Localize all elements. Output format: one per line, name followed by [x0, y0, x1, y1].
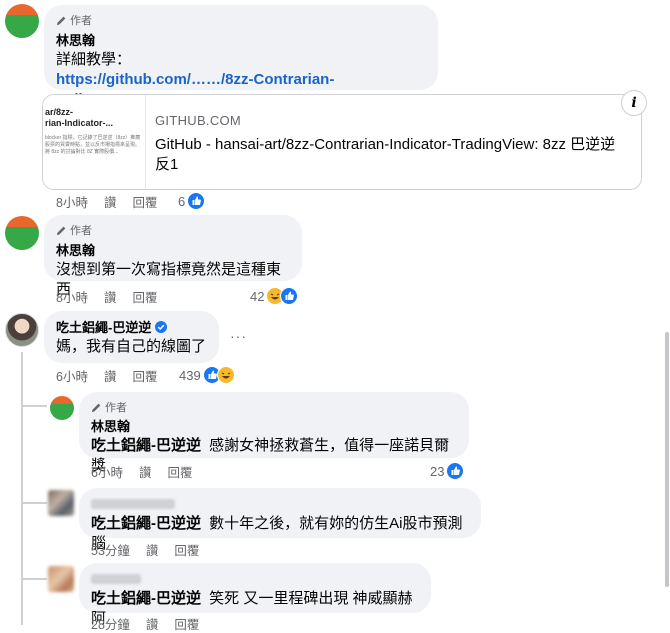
- avatar[interactable]: [5, 4, 39, 38]
- reaction-count: 6: [178, 193, 186, 209]
- author-badge: 作者: [91, 400, 457, 414]
- more-options-icon[interactable]: ···: [230, 328, 247, 344]
- reply-button[interactable]: 回覆: [132, 192, 157, 211]
- commenter-name[interactable]: [91, 571, 419, 589]
- like-button[interactable]: 讚: [146, 540, 159, 559]
- commenter-name[interactable]: 林思翰: [56, 242, 290, 260]
- scrollbar[interactable]: [665, 332, 669, 587]
- commenter-name[interactable]: 林思翰: [56, 32, 426, 50]
- author-badge-label: 作者: [70, 225, 92, 237]
- redacted-name: [91, 574, 141, 584]
- like-reaction-icon: [446, 462, 465, 480]
- comment-time[interactable]: 8小時: [56, 192, 88, 211]
- thread-connector: [21, 405, 47, 407]
- comment-time[interactable]: 6小時: [56, 366, 88, 385]
- comment-bubble: 作者 林思翰 詳細教學： https://github.com/……/8zz-C…: [44, 5, 438, 108]
- link-title[interactable]: GitHub - hansai-art/8zz-Contrarian-Indic…: [155, 135, 625, 175]
- reply-actions: 6小時 讚 回覆: [91, 462, 208, 481]
- comment-text: 詳細教學：: [56, 51, 132, 68]
- reply-button[interactable]: 回覆: [132, 287, 157, 306]
- verified-badge-icon: [155, 321, 168, 333]
- like-reaction-icon: [187, 192, 206, 210]
- author-badge: 作者: [56, 223, 290, 237]
- comment-actions: 8小時 讚 回覆: [56, 192, 173, 211]
- reaction-count: 42: [250, 288, 265, 304]
- pencil-icon: [56, 16, 66, 25]
- comment-time[interactable]: 8小時: [56, 287, 88, 306]
- like-button[interactable]: 讚: [104, 366, 117, 385]
- comment-text: 媽，我有自己的線圖了: [56, 338, 207, 355]
- mention-link[interactable]: 吃土鋁繩-巴逆逆: [91, 437, 201, 454]
- reply-time[interactable]: 28分鐘: [91, 614, 130, 633]
- reply-time[interactable]: 53分鐘: [91, 540, 130, 559]
- pencil-icon: [91, 403, 101, 412]
- reply-bubble: 吃土鋁繩-巴逆逆 笑死 又一里程碑出現 神威顯赫阿: [79, 563, 431, 627]
- reply-bubble: 吃土鋁繩-巴逆逆 數十年之後，就有妳的仿生Ai股市預測腦: [79, 488, 481, 552]
- reply-button[interactable]: 回覆: [174, 614, 199, 633]
- comment-bubble: 作者 林思翰 沒想到第一次寫指標竟然是這種東西: [44, 215, 302, 298]
- author-badge-label: 作者: [70, 15, 92, 27]
- reaction-summary[interactable]: 439: [179, 366, 235, 384]
- reaction-summary[interactable]: 23: [430, 462, 465, 480]
- avatar[interactable]: [48, 490, 74, 516]
- reply-button[interactable]: 回覆: [174, 540, 199, 559]
- link-preview-card[interactable]: ar/8zz- rian-Indicator-... blocker 指標，它記…: [42, 94, 642, 190]
- comment-bubble: 吃土鋁繩-巴逆逆 媽，我有自己的線圖了: [44, 311, 219, 363]
- reply-button[interactable]: 回覆: [167, 462, 192, 481]
- like-button[interactable]: 讚: [104, 287, 117, 306]
- mention-link[interactable]: 吃土鋁繩-巴逆逆: [91, 590, 201, 607]
- commenter-name-text[interactable]: 吃土鋁繩-巴逆逆: [56, 320, 151, 335]
- thumbnail-text: blocker 指標，它記錄了巴逆逆（8zz）推薦股票的買賣時點，並以反市場指標…: [45, 135, 141, 155]
- commenter-name[interactable]: 林思翰: [91, 418, 457, 436]
- pencil-icon: [56, 226, 66, 235]
- avatar[interactable]: [50, 396, 74, 420]
- thread-connector: [21, 578, 47, 580]
- thread-connector: [21, 502, 47, 504]
- thread-line: [21, 352, 23, 625]
- link-thumbnail[interactable]: ar/8zz- rian-Indicator-... blocker 指標，它記…: [43, 95, 146, 189]
- like-button[interactable]: 讚: [146, 614, 159, 633]
- like-button[interactable]: 讚: [104, 192, 117, 211]
- avatar[interactable]: [5, 216, 39, 250]
- haha-reaction-icon: [216, 366, 235, 384]
- comment-actions: 8小時 讚 回覆: [56, 287, 173, 306]
- author-badge-label: 作者: [105, 402, 127, 414]
- author-badge: 作者: [56, 13, 426, 27]
- reply-actions: 28分鐘 讚 回覆: [91, 614, 215, 633]
- avatar[interactable]: [48, 566, 74, 592]
- commenter-name[interactable]: [91, 496, 469, 514]
- reply-bubble: 作者 林思翰 吃土鋁繩-巴逆逆 感謝女神拯救蒼生，值得一座諾貝爾獎: [79, 392, 469, 474]
- reply-actions: 53分鐘 讚 回覆: [91, 540, 215, 559]
- info-icon[interactable]: i: [621, 90, 647, 116]
- link-domain: GITHUB.COM: [155, 113, 242, 128]
- reaction-count: 23: [430, 463, 445, 479]
- reaction-count: 439: [179, 367, 201, 383]
- reply-time[interactable]: 6小時: [91, 462, 123, 481]
- thumbnail-title: ar/8zz- rian-Indicator-...: [45, 107, 114, 128]
- reaction-summary[interactable]: 42: [250, 287, 299, 305]
- commenter-name[interactable]: 吃土鋁繩-巴逆逆: [56, 319, 207, 337]
- like-button[interactable]: 讚: [139, 462, 152, 481]
- redacted-name: [91, 499, 175, 509]
- reply-button[interactable]: 回覆: [132, 366, 157, 385]
- like-reaction-icon: [280, 287, 299, 305]
- comment-actions: 6小時 讚 回覆: [56, 366, 173, 385]
- avatar[interactable]: [5, 313, 39, 347]
- reaction-summary[interactable]: 6: [178, 192, 206, 210]
- mention-link[interactable]: 吃土鋁繩-巴逆逆: [91, 515, 201, 532]
